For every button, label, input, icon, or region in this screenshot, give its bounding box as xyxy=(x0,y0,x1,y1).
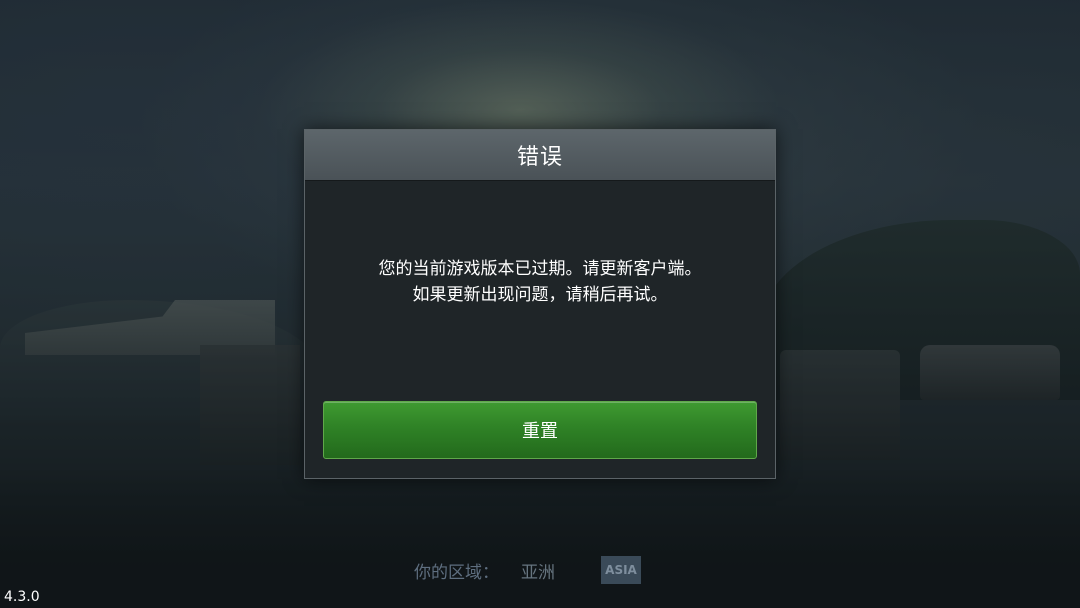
region-value: 亚洲 xyxy=(521,562,555,583)
region-badge: ASIA xyxy=(601,556,641,584)
region-info: 你的区域： 亚洲 ASIA xyxy=(414,556,641,584)
dialog-title: 错误 xyxy=(516,145,563,170)
region-label: 你的区域： xyxy=(414,562,499,583)
dialog-message: 您的当前游戏版本已过期。请更新客户端。 如果更新出现问题，请稍后再试。 xyxy=(305,182,775,382)
error-dialog: 错误 您的当前游戏版本已过期。请更新客户端。 如果更新出现问题，请稍后再试。 重… xyxy=(304,129,776,479)
version-label: 4.3.0 xyxy=(4,589,40,605)
dialog-header: 错误 xyxy=(305,130,775,181)
game-screen: 错误 您的当前游戏版本已过期。请更新客户端。 如果更新出现问题，请稍后再试。 重… xyxy=(0,0,1080,608)
reset-button[interactable]: 重置 xyxy=(323,401,757,459)
message-line-1: 您的当前游戏版本已过期。请更新客户端。 xyxy=(378,259,702,279)
message-line-2: 如果更新出现问题，请稍后再试。 xyxy=(412,285,668,305)
